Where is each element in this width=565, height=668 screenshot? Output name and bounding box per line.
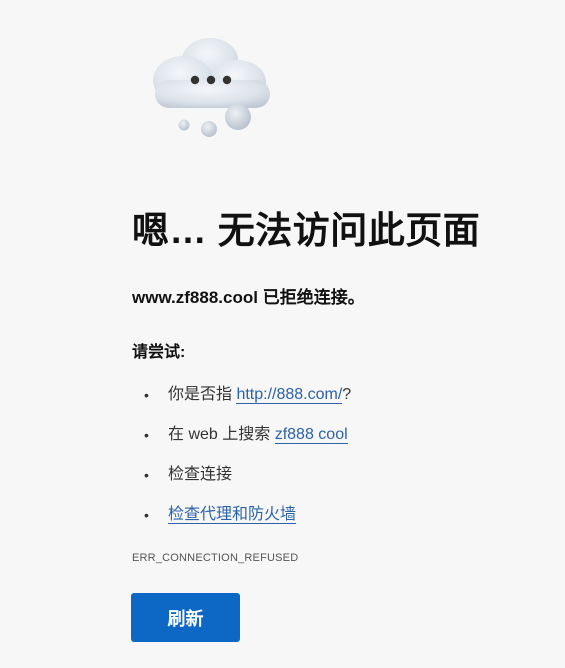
error-message: www.zf888.cool 已拒绝连接。 bbox=[132, 286, 365, 310]
suggestion-text: 在 web 上搜索 bbox=[168, 426, 275, 443]
suggestion-did-you-mean: • 你是否指 http://888.com/? bbox=[132, 382, 351, 422]
suggestion-check-proxy: • 检查代理和防火墙 bbox=[132, 502, 351, 542]
bullet: • bbox=[144, 387, 149, 403]
bullet: • bbox=[144, 507, 149, 523]
error-code: ERR_CONNECTION_REFUSED bbox=[132, 552, 299, 564]
try-heading: 请尝试: bbox=[132, 344, 186, 361]
suggestion-list: • 你是否指 http://888.com/? • 在 web 上搜索 zf88… bbox=[132, 382, 351, 542]
suggestion-suffix: ? bbox=[342, 386, 352, 403]
site-host: www.zf888.cool bbox=[132, 288, 258, 307]
check-proxy-firewall-link[interactable]: 检查代理和防火墙 bbox=[168, 506, 297, 524]
suggestion-check-connection: • 检查连接 bbox=[132, 462, 351, 502]
cloud-with-ellipsis-icon bbox=[143, 38, 278, 138]
bullet: • bbox=[144, 467, 149, 483]
did-you-mean-link[interactable]: http://888.com/ bbox=[236, 386, 343, 404]
error-page: 嗯… 无法访问此页面 www.zf888.cool 已拒绝连接。 请尝试: • … bbox=[0, 0, 565, 668]
bullet: • bbox=[144, 427, 149, 443]
refused-message: 已拒绝连接。 bbox=[257, 288, 365, 307]
suggestion-text: 检查连接 bbox=[168, 466, 233, 483]
refresh-button[interactable]: 刷新 bbox=[131, 593, 240, 642]
page-title: 嗯… 无法访问此页面 bbox=[132, 210, 481, 251]
suggestion-text: 你是否指 bbox=[168, 386, 237, 403]
suggestion-search-web: • 在 web 上搜索 zf888 cool bbox=[132, 422, 351, 462]
search-web-link[interactable]: zf888 cool bbox=[274, 426, 348, 444]
